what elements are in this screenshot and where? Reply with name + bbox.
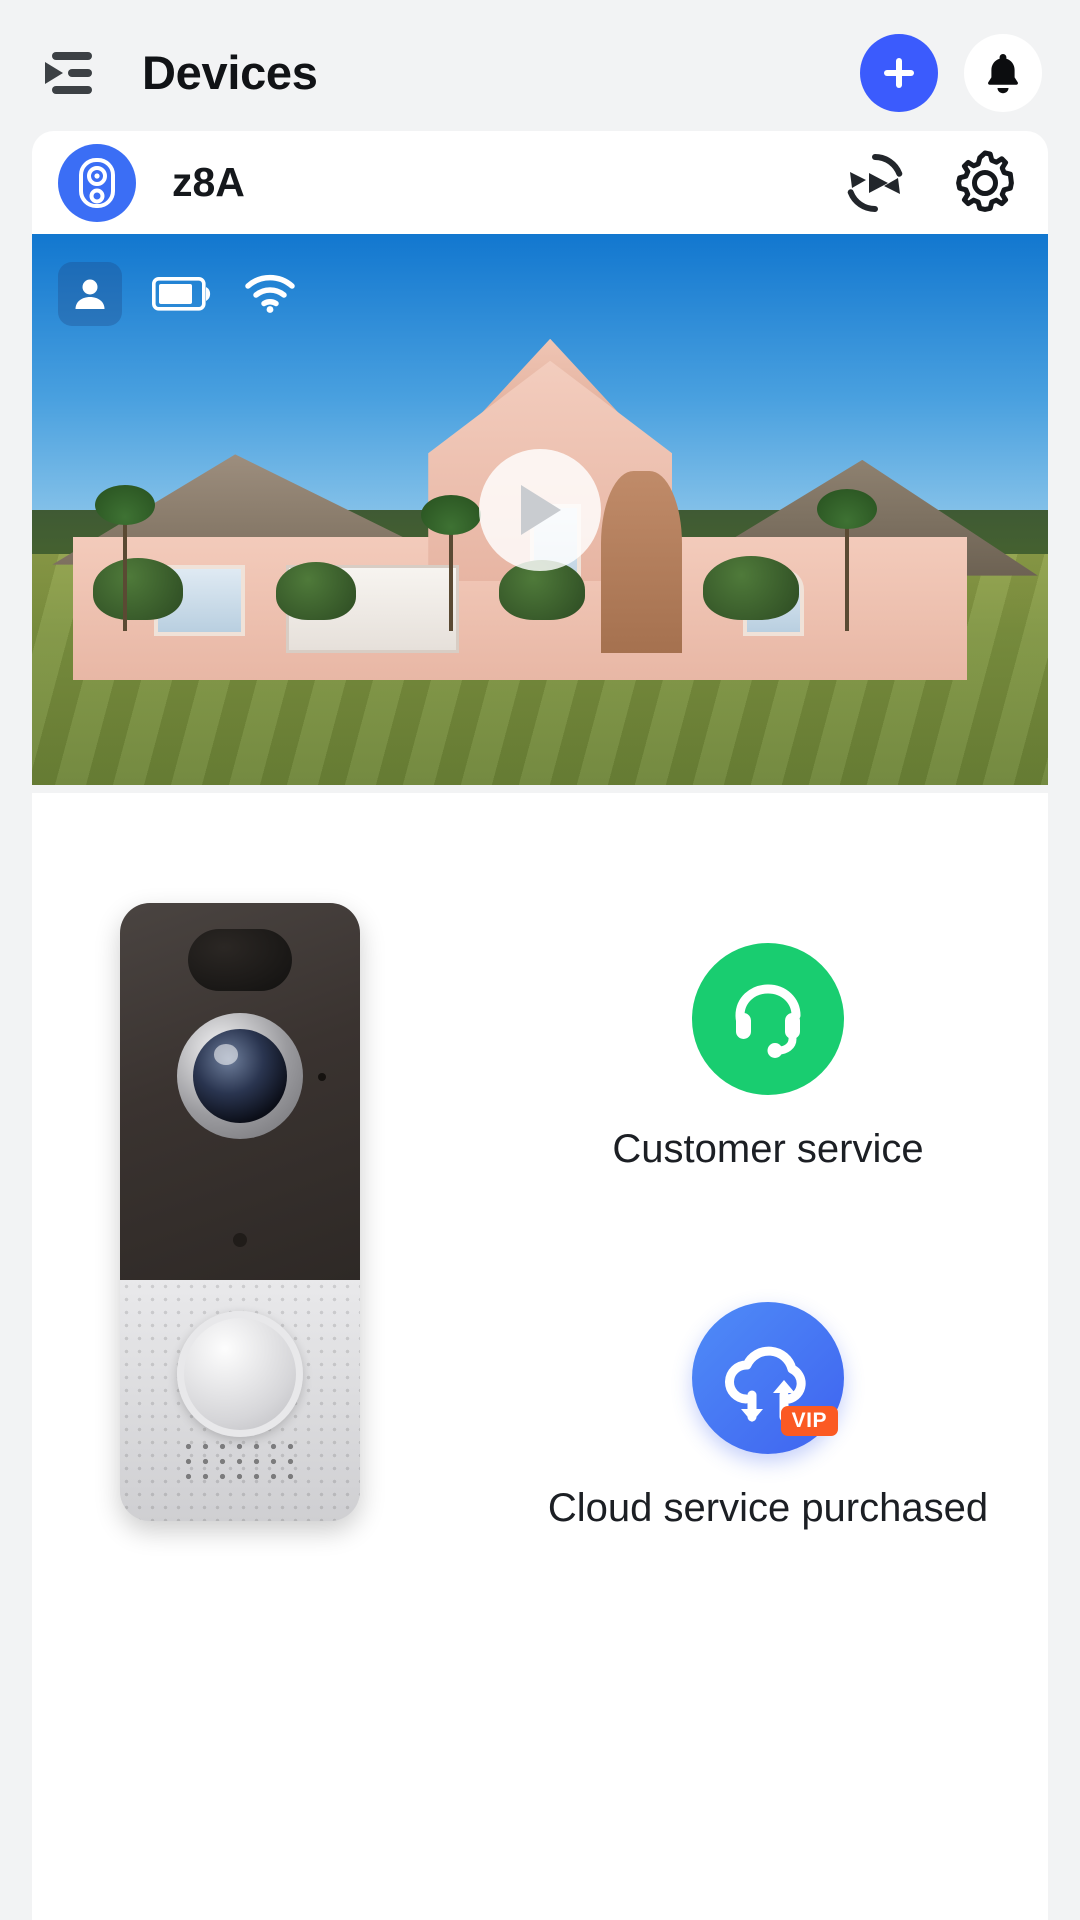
front-door <box>600 470 683 653</box>
add-device-button[interactable] <box>860 33 938 112</box>
customer-service-label: Customer service <box>612 1127 924 1171</box>
doorbell-camera-icon <box>58 143 136 222</box>
cloud-service-item[interactable]: VIP Cloud service purchased <box>488 1302 1048 1531</box>
battery-icon <box>152 277 214 311</box>
headset-icon <box>692 943 844 1095</box>
device-card: z8A <box>32 131 1048 785</box>
doorbell-microphone <box>318 1073 326 1081</box>
doorbell-pir-sensor <box>188 929 292 991</box>
cloud-sync-icon: VIP <box>692 1302 844 1454</box>
device-name: z8A <box>172 159 245 205</box>
doorbell-press-button <box>177 1311 303 1437</box>
app-screen: Devices z8A Customer service VIP Cloud s… <box>0 0 1080 1920</box>
play-icon <box>521 484 561 535</box>
cloud-service-label: Cloud service purchased <box>547 1486 989 1530</box>
wifi-icon <box>244 274 296 314</box>
plus-icon <box>884 57 914 88</box>
gear-icon[interactable] <box>948 146 1022 220</box>
service-list: Customer service VIP Cloud service purch… <box>488 943 1048 1531</box>
person-detection-icon <box>58 262 122 326</box>
palm-1 <box>95 484 156 631</box>
page-title: Devices <box>142 46 318 99</box>
palm-3 <box>816 488 877 631</box>
shrub-2 <box>275 561 356 620</box>
shrub-1 <box>92 557 183 620</box>
doorbell-led <box>233 1233 247 1247</box>
list-menu-icon[interactable] <box>38 42 100 104</box>
shrub-4 <box>702 555 799 620</box>
doorbell-lens <box>193 1029 287 1123</box>
doorbell-product-image <box>120 903 360 1521</box>
video-status-row <box>58 262 296 326</box>
play-button[interactable] <box>479 448 601 571</box>
palm-2 <box>420 494 481 631</box>
device-video-preview[interactable] <box>32 234 1048 785</box>
doorbell-speaker-grille <box>180 1439 300 1485</box>
device-detail-panel: Customer service VIP Cloud service purch… <box>32 793 1048 1920</box>
notifications-button[interactable] <box>964 33 1042 112</box>
vip-badge: VIP <box>780 1406 838 1436</box>
bell-icon <box>988 53 1018 93</box>
playback-replay-icon[interactable] <box>838 146 912 220</box>
device-card-header: z8A <box>32 131 1048 234</box>
customer-service-item[interactable]: Customer service <box>488 943 1048 1172</box>
app-bar: Devices <box>0 0 1080 145</box>
